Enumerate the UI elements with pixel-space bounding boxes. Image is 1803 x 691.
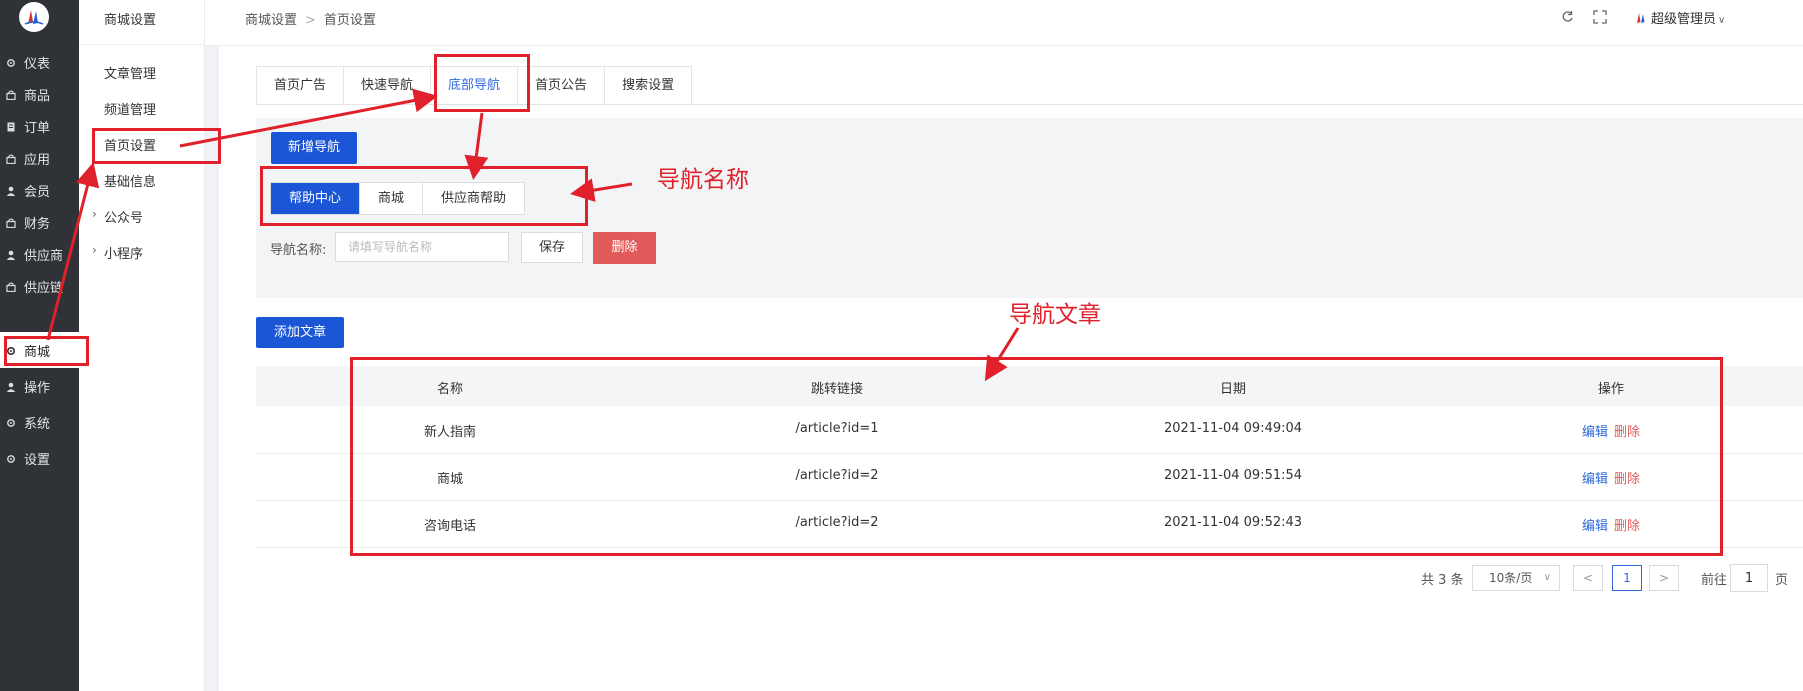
fullscreen-icon[interactable] bbox=[1593, 10, 1607, 24]
nav-name-input[interactable] bbox=[335, 232, 509, 262]
refresh-icon[interactable] bbox=[1561, 10, 1575, 24]
rail-item-label: 设置 bbox=[24, 452, 51, 468]
rail-item-system[interactable]: 系统 bbox=[0, 404, 79, 440]
annotation-box-bottom-nav-tab bbox=[434, 54, 530, 112]
tab-homepage-notice[interactable]: 首页公告 bbox=[518, 67, 606, 105]
breadcrumb: 商城设置 > 首页设置 bbox=[245, 9, 376, 28]
bag-icon bbox=[6, 217, 16, 229]
rail-item-supply-chain[interactable]: 供应链 bbox=[0, 268, 79, 304]
document-icon bbox=[6, 121, 16, 132]
gear-icon bbox=[6, 453, 16, 463]
bag-icon bbox=[6, 281, 16, 293]
avatar bbox=[1634, 11, 1648, 25]
nav-name-label: 导航名称: bbox=[270, 243, 327, 258]
user-icon bbox=[6, 381, 16, 392]
rail-item-label: 供应商 bbox=[24, 248, 64, 264]
page-size-value: 10条/页 bbox=[1489, 571, 1533, 585]
rail-item-dashboard[interactable]: 仪表 bbox=[0, 44, 79, 80]
breadcrumb-current: 首页设置 bbox=[323, 13, 376, 28]
bag-icon bbox=[6, 89, 16, 101]
bag-icon bbox=[6, 153, 16, 165]
rail-item-goods[interactable]: 商品 bbox=[0, 76, 79, 112]
tab-homepage-ads[interactable]: 首页广告 bbox=[257, 67, 345, 105]
rail-item-label: 操作 bbox=[24, 380, 51, 396]
user-name: 超级管理员 bbox=[1651, 12, 1717, 27]
rail-item-label: 供应链 bbox=[24, 280, 64, 296]
chevron-right-icon: › bbox=[92, 207, 97, 221]
sub-item-mini-program[interactable]: › 小程序 bbox=[92, 243, 144, 262]
gear-icon bbox=[6, 57, 16, 67]
chevron-right-icon: › bbox=[92, 243, 97, 257]
annotation-label-nav-articles: 导航文章 bbox=[1009, 302, 1101, 328]
brand-logo[interactable] bbox=[19, 2, 49, 32]
tab-search-settings[interactable]: 搜索设置 bbox=[605, 67, 691, 105]
rail-item-members[interactable]: 会员 bbox=[0, 172, 79, 208]
current-page-button[interactable]: 1 bbox=[1612, 565, 1642, 591]
goto-page-input[interactable] bbox=[1730, 564, 1768, 592]
rail-item-label: 会员 bbox=[24, 184, 51, 200]
sub-item-basic-info[interactable]: 基础信息 bbox=[104, 171, 156, 190]
annotation-box-nav-names bbox=[260, 166, 588, 226]
annotation-box-nav-articles bbox=[350, 357, 1723, 556]
rail-item-apps[interactable]: 应用 bbox=[0, 140, 79, 176]
sub-item-wechat-official[interactable]: › 公众号 bbox=[92, 207, 144, 226]
rail-item-label: 仪表 bbox=[24, 56, 51, 72]
user-menu[interactable]: 超级管理员 ∨ bbox=[1634, 8, 1725, 27]
annotation-label-nav-name: 导航名称 bbox=[657, 167, 749, 193]
user-icon bbox=[6, 249, 16, 260]
rail-item-label: 应用 bbox=[24, 152, 51, 168]
gear-icon bbox=[6, 417, 16, 427]
annotation-box-homepage-settings bbox=[92, 128, 221, 164]
add-nav-button[interactable]: 新增导航 bbox=[271, 132, 357, 164]
annotation-box-mall-item bbox=[4, 336, 89, 366]
sub-item-articles[interactable]: 文章管理 bbox=[104, 63, 156, 82]
tab-quick-nav[interactable]: 快速导航 bbox=[344, 67, 432, 105]
divider bbox=[79, 44, 204, 45]
sub-item-label: 公众号 bbox=[104, 211, 144, 226]
rail-item-operations[interactable]: 操作 bbox=[0, 368, 79, 404]
save-button[interactable]: 保存 bbox=[521, 232, 583, 263]
rail-item-orders[interactable]: 订单 bbox=[0, 108, 79, 144]
rail-item-finance[interactable]: 财务 bbox=[0, 204, 79, 240]
sub-sidebar: 商城设置 文章管理 频道管理 首页设置 基础信息 › 公众号 › 小程序 bbox=[79, 0, 205, 691]
rail-item-settings[interactable]: 设置 bbox=[0, 440, 79, 476]
breadcrumb-item[interactable]: 商城设置 bbox=[245, 13, 297, 28]
chevron-down-icon: ∨ bbox=[1543, 572, 1551, 583]
rail-item-suppliers[interactable]: 供应商 bbox=[0, 236, 79, 272]
sub-item-label: 小程序 bbox=[104, 247, 144, 262]
goto-label: 前往 bbox=[1701, 573, 1728, 588]
rail-item-label: 财务 bbox=[24, 216, 51, 232]
delete-nav-button[interactable]: 删除 bbox=[593, 232, 656, 264]
pagination-total: 共 3 条 bbox=[1421, 573, 1464, 588]
prev-page-button[interactable]: < bbox=[1573, 565, 1603, 591]
sub-item-channels[interactable]: 频道管理 bbox=[104, 99, 156, 118]
rail-item-label: 订单 bbox=[24, 120, 51, 136]
breadcrumb-separator: > bbox=[305, 13, 316, 28]
sub-sidebar-title: 商城设置 bbox=[104, 13, 157, 28]
chevron-down-icon: ∨ bbox=[1718, 15, 1726, 26]
goto-unit: 页 bbox=[1775, 573, 1789, 588]
user-icon bbox=[6, 185, 16, 196]
rail-item-label: 商品 bbox=[24, 88, 51, 104]
page-size-select[interactable]: 10条/页 ∨ bbox=[1472, 565, 1560, 591]
rail-item-label: 系统 bbox=[24, 416, 51, 432]
add-article-button[interactable]: 添加文章 bbox=[256, 317, 344, 348]
next-page-button[interactable]: > bbox=[1649, 565, 1679, 591]
